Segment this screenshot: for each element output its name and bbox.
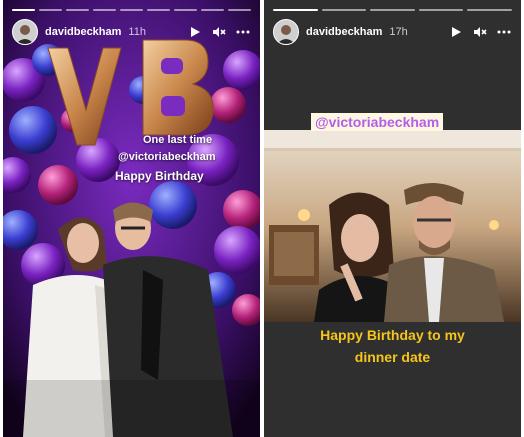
overlay-text-line-1: One last time [143, 134, 213, 146]
overlay-mention[interactable]: @victoriabeckham [118, 151, 216, 163]
post-time: 17h [389, 26, 408, 38]
story-photo-dinner [264, 0, 521, 437]
story-header: davidbeckham 11h [12, 18, 252, 46]
mute-icon[interactable] [471, 23, 489, 41]
username[interactable]: davidbeckham [45, 26, 121, 38]
progress-segment [147, 9, 170, 11]
progress-segment [120, 9, 143, 11]
stories-comparison: davidbeckham 11h One last time @victoria… [0, 0, 524, 437]
progress-segment [418, 9, 464, 11]
story-left[interactable]: davidbeckham 11h One last time @victoria… [3, 0, 260, 437]
caption-line-1: Happy Birthday to my [320, 327, 465, 343]
story-right[interactable]: davidbeckham 17h @victoriabeckham Happy … [264, 0, 521, 437]
story-header: davidbeckham 17h [273, 18, 513, 46]
progress-segment [93, 9, 116, 11]
avatar[interactable] [12, 19, 38, 45]
overlay-text-line-3: Happy Birthday [115, 169, 204, 183]
more-icon[interactable] [234, 23, 252, 41]
caption-line-2: dinner date [354, 349, 431, 365]
play-icon[interactable] [447, 23, 465, 41]
progress-segment [66, 9, 89, 11]
story-photo-balloons [3, 0, 260, 437]
mention-sticker[interactable]: @victoriabeckham [311, 113, 444, 131]
progress-segment [370, 9, 415, 11]
progress-segment [174, 9, 197, 11]
progress-segment [228, 9, 251, 11]
progress-segment [273, 9, 318, 11]
story-progress-bar [12, 9, 251, 11]
progress-segment [467, 9, 512, 11]
progress-segment [12, 9, 35, 11]
more-icon[interactable] [495, 23, 513, 41]
mute-icon[interactable] [210, 23, 228, 41]
avatar[interactable] [273, 19, 299, 45]
post-time: 11h [128, 26, 146, 38]
story-progress-bar [273, 9, 512, 11]
progress-segment [321, 9, 367, 11]
progress-segment [201, 9, 224, 11]
username[interactable]: davidbeckham [306, 26, 382, 38]
progress-segment [39, 9, 62, 11]
play-icon[interactable] [186, 23, 204, 41]
